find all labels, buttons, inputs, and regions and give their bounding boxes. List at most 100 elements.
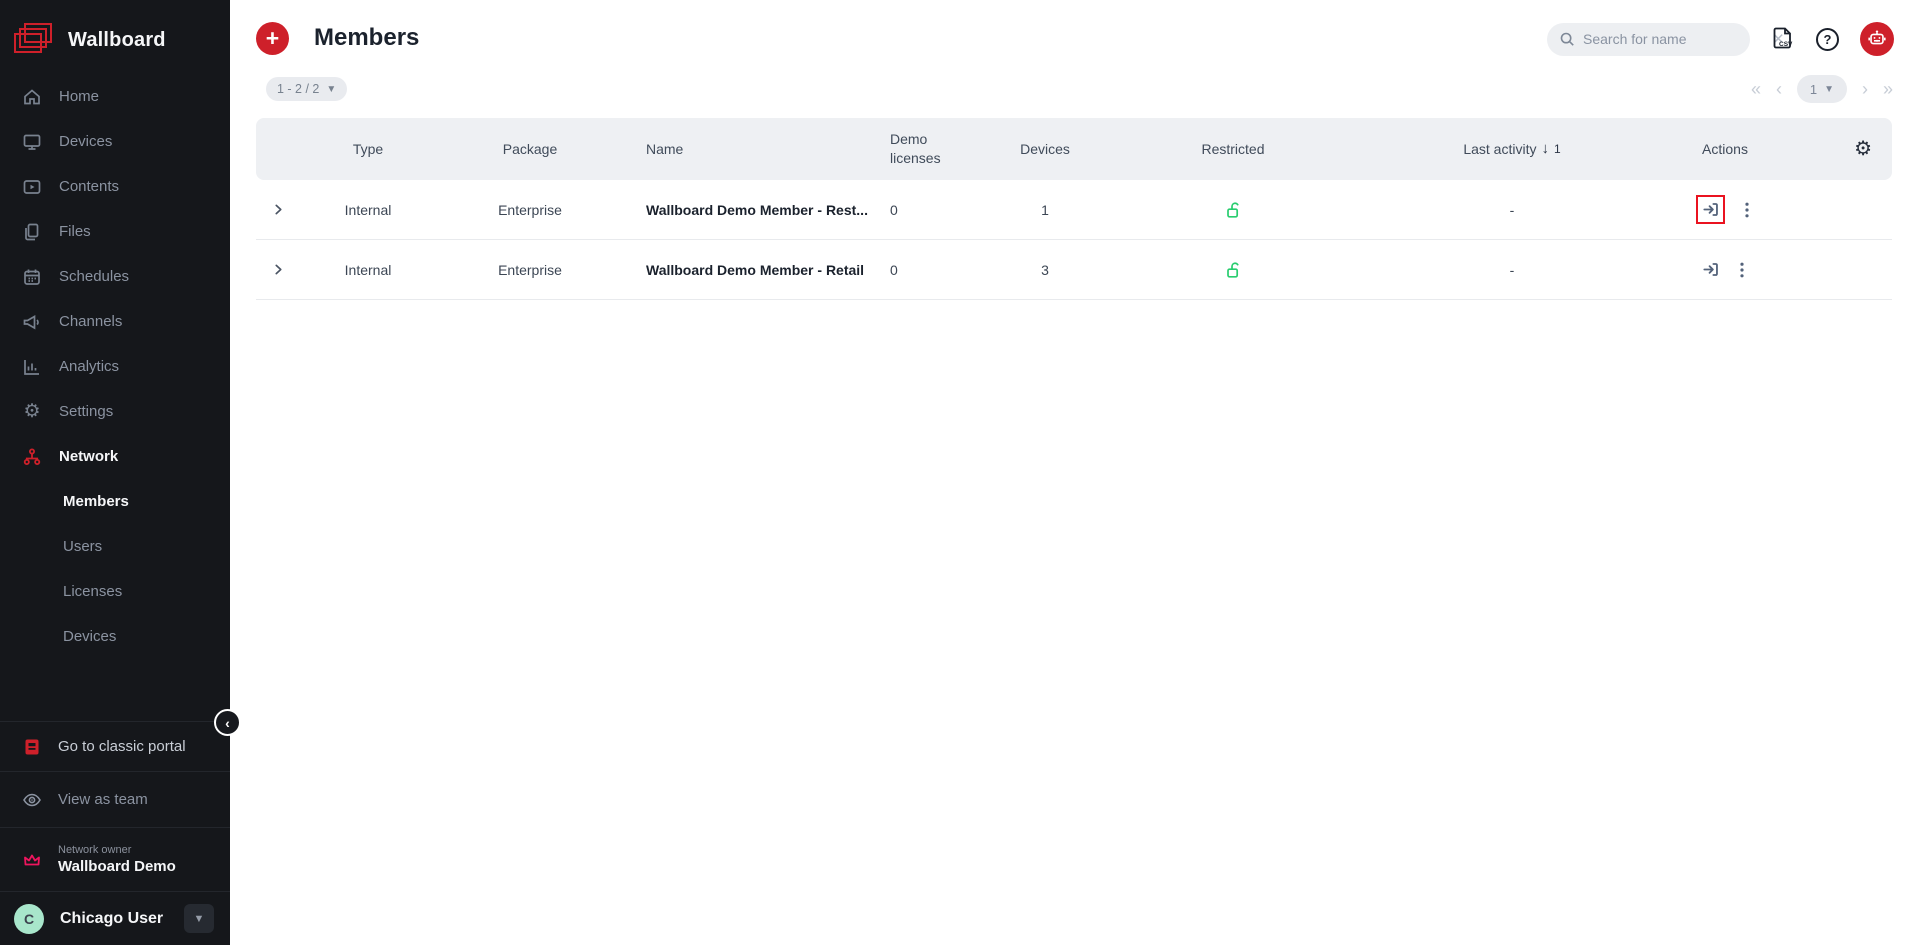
page-selector[interactable]: 1 ▼	[1797, 75, 1847, 103]
table-row: Internal Enterprise Wallboard Demo Membe…	[256, 180, 1892, 240]
owner-role-label: Network owner	[58, 844, 176, 856]
table-settings-gear-icon[interactable]: ⚙	[1854, 138, 1872, 160]
sidebar-item-home[interactable]: Home	[0, 74, 230, 119]
view-as-team-label: View as team	[58, 791, 148, 808]
pagination: « ‹ 1 ▼ › »	[1751, 75, 1893, 103]
cell-demo-licenses: 0	[868, 202, 975, 218]
search-bar[interactable]: ✕	[1547, 23, 1750, 56]
cell-devices: 1	[975, 202, 1115, 218]
sidebar-item-contents[interactable]: Contents	[0, 164, 230, 209]
members-table: Type Package Name Demo licenses Devices …	[256, 118, 1892, 300]
sidebar-item-label: Schedules	[59, 268, 129, 285]
bar-chart-icon	[22, 357, 42, 377]
classic-portal-icon	[22, 737, 42, 757]
column-header-type[interactable]: Type	[300, 140, 436, 159]
user-dropdown-button[interactable]: ▼	[184, 904, 214, 933]
sidebar-subitem-members[interactable]: Members	[0, 479, 230, 524]
cell-package: Enterprise	[436, 262, 624, 278]
column-header-demo-licenses[interactable]: Demo licenses	[868, 130, 975, 168]
svg-text:CSV: CSV	[1779, 41, 1793, 48]
sidebar-item-label: Home	[59, 88, 99, 105]
column-header-restricted[interactable]: Restricted	[1115, 140, 1351, 159]
app-logo[interactable]: Wallboard	[0, 0, 230, 58]
cell-type: Internal	[300, 262, 436, 278]
row-menu-button[interactable]	[1739, 201, 1755, 219]
prev-page-button[interactable]: ‹	[1776, 79, 1782, 100]
search-input[interactable]	[1583, 31, 1764, 47]
sidebar-item-files[interactable]: Files	[0, 209, 230, 254]
cell-name[interactable]: Wallboard Demo Member - Retail	[624, 262, 868, 278]
chevron-down-icon: ▼	[326, 84, 336, 95]
row-menu-button[interactable]	[1734, 261, 1750, 279]
assistant-bot-button[interactable]	[1860, 22, 1894, 56]
export-csv-button[interactable]: CSV	[1771, 26, 1795, 52]
sidebar-item-analytics[interactable]: Analytics	[0, 344, 230, 389]
view-as-team-link[interactable]: View as team	[0, 771, 230, 827]
sidebar-subitem-licenses[interactable]: Licenses	[0, 569, 230, 614]
owner-texts: Network owner Wallboard Demo	[58, 844, 176, 875]
network-icon	[22, 447, 42, 467]
sidebar-item-channels[interactable]: Channels	[0, 299, 230, 344]
last-page-button[interactable]: »	[1883, 79, 1893, 100]
chevron-left-icon: ‹	[225, 715, 230, 731]
sidebar-collapse-button[interactable]: ‹	[214, 709, 241, 736]
cell-demo-licenses: 0	[868, 262, 975, 278]
files-icon	[22, 222, 42, 242]
calendar-icon	[22, 267, 42, 287]
owner-name: Wallboard Demo	[58, 858, 176, 875]
sidebar-subitem-label: Users	[63, 538, 102, 555]
eye-icon	[22, 790, 42, 810]
login-as-member-button[interactable]	[1701, 260, 1720, 279]
user-menu[interactable]: C Chicago User ▼	[0, 891, 230, 945]
expand-row-button[interactable]	[256, 262, 300, 277]
sidebar-item-label: Network	[59, 448, 118, 465]
current-page: 1	[1810, 82, 1817, 97]
monitor-icon	[22, 132, 42, 152]
cell-name[interactable]: Wallboard Demo Member - Rest...	[624, 202, 868, 218]
page-title: Members	[314, 24, 419, 52]
column-header-package[interactable]: Package	[436, 140, 624, 159]
gear-icon: ⚙	[22, 402, 42, 422]
sidebar-nav: Home Devices Contents Files Schedules	[0, 74, 230, 659]
sidebar-subitem-label: Members	[63, 493, 129, 510]
sidebar: Wallboard Home Devices Contents Files	[0, 0, 230, 945]
wallboard-logo-icon	[14, 23, 54, 57]
sidebar-footer: Go to classic portal View as team Networ…	[0, 721, 230, 945]
cell-devices: 3	[975, 262, 1115, 278]
first-page-button[interactable]: «	[1751, 79, 1761, 100]
home-icon	[22, 87, 42, 107]
cell-last-activity: -	[1351, 202, 1673, 218]
sidebar-item-label: Analytics	[59, 358, 119, 375]
login-as-member-button[interactable]	[1701, 200, 1720, 219]
classic-portal-label: Go to classic portal	[58, 738, 186, 755]
cell-actions	[1673, 260, 1777, 279]
target-highlight-box	[1696, 195, 1725, 224]
table-settings-cell: ⚙	[1777, 136, 1892, 163]
plus-icon: +	[266, 25, 279, 52]
next-page-button[interactable]: ›	[1862, 79, 1868, 100]
sidebar-item-network[interactable]: Network	[0, 434, 230, 479]
sidebar-subitem-users[interactable]: Users	[0, 524, 230, 569]
cell-restricted	[1115, 260, 1351, 280]
range-selector[interactable]: 1 - 2 / 2 ▼	[266, 77, 347, 101]
last-activity-label: Last activity	[1463, 140, 1536, 159]
unlock-icon[interactable]	[1223, 260, 1243, 280]
sidebar-item-devices[interactable]: Devices	[0, 119, 230, 164]
add-member-button[interactable]: +	[256, 22, 289, 55]
sidebar-item-label: Settings	[59, 403, 113, 420]
cell-package: Enterprise	[436, 202, 624, 218]
cell-actions	[1673, 195, 1777, 224]
column-header-name[interactable]: Name	[624, 140, 868, 159]
sidebar-subitem-devices[interactable]: Devices	[0, 614, 230, 659]
sidebar-item-settings[interactable]: ⚙ Settings	[0, 389, 230, 434]
sidebar-item-schedules[interactable]: Schedules	[0, 254, 230, 299]
expand-row-button[interactable]	[256, 202, 300, 217]
column-header-last-activity[interactable]: Last activity ↓ 1	[1351, 139, 1673, 159]
network-owner-block[interactable]: Network owner Wallboard Demo	[0, 827, 230, 891]
column-header-devices[interactable]: Devices	[975, 140, 1115, 159]
range-label: 1 - 2 / 2	[277, 82, 319, 96]
help-button[interactable]: ?	[1816, 28, 1839, 51]
unlock-icon[interactable]	[1223, 200, 1243, 220]
classic-portal-link[interactable]: Go to classic portal	[0, 721, 230, 771]
sidebar-subitem-label: Licenses	[63, 583, 122, 600]
